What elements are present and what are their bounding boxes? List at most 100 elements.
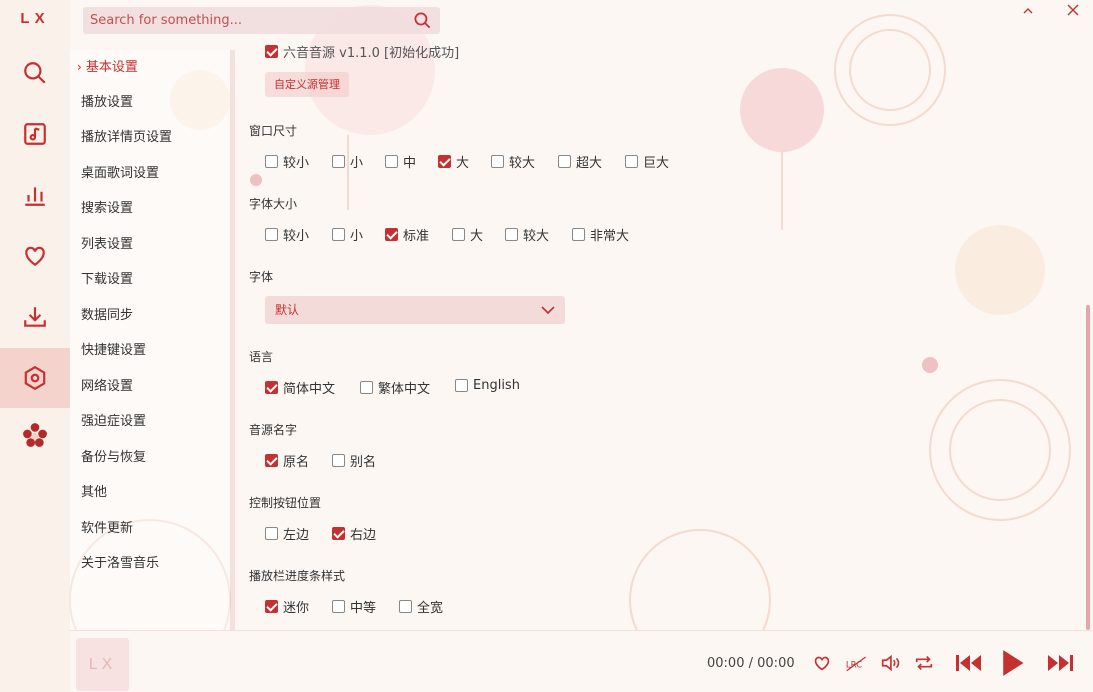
rail-favorites-button[interactable] [0,226,70,286]
checkbox[interactable] [265,381,278,394]
volume-icon [881,654,900,672]
rail-download-button[interactable] [0,287,70,347]
lyric-toggle-button[interactable]: LRC [845,651,869,675]
nav-item-hotkey[interactable]: 快捷键设置 [70,340,230,362]
checkbox[interactable] [452,228,465,241]
checkbox[interactable] [360,381,373,394]
control-position-option[interactable]: 右边 [332,524,376,543]
source-name-title: 音源名字 [249,423,298,437]
nav-item-play-detail[interactable]: 播放详情页设置 [70,127,230,149]
font-size-option[interactable]: 较大 [505,225,549,244]
checkbox[interactable] [332,600,345,613]
checkbox[interactable] [265,600,278,613]
checkbox[interactable] [625,155,638,168]
search-icon[interactable] [413,11,432,30]
checkbox[interactable] [265,155,278,168]
control-position-option[interactable]: 左边 [265,524,309,543]
checkbox[interactable] [455,379,468,392]
nav-item-search[interactable]: 搜索设置 [70,198,230,220]
content-scrollbar[interactable] [1086,305,1090,630]
download-icon [24,307,46,327]
source-option[interactable]: 六音音源 v1.1.0 [初始化成功] [265,42,459,61]
play-button[interactable] [999,648,1027,678]
music-list-icon [24,123,46,145]
loop-mode-button[interactable] [913,651,935,675]
font-size-option[interactable]: 标准 [385,225,429,244]
checkbox[interactable] [265,527,278,540]
font-size-option[interactable]: 非常大 [572,225,629,244]
album-cover[interactable]: LX [76,638,129,691]
nav-item-sync[interactable]: 数据同步 [70,305,230,327]
rail-settings-button[interactable] [0,348,70,408]
lrc-icon: LRC [846,656,866,672]
nav-item-other[interactable]: 其他 [70,482,230,504]
skip-previous-icon [956,655,981,671]
checkbox[interactable] [265,228,278,241]
heart-icon [25,246,45,266]
chevron-down-icon [541,306,555,315]
checkbox[interactable] [265,45,278,58]
window-size-option[interactable]: 大 [438,152,469,171]
progress-style-option[interactable]: 中等 [332,597,376,616]
checkbox[interactable] [491,155,504,168]
collapse-chevron-icon[interactable] [1018,2,1038,20]
window-size-option[interactable]: 巨大 [625,152,669,171]
search-input[interactable] [83,7,403,34]
skip-next-icon [1048,655,1073,671]
checkbox[interactable] [332,454,345,467]
rail-songlist-button[interactable] [0,104,70,164]
window-size-option[interactable]: 超大 [558,152,602,171]
comment-button[interactable] [811,651,833,675]
volume-button[interactable] [879,651,901,675]
close-icon[interactable] [1063,2,1083,20]
checkbox[interactable] [438,155,451,168]
search-bar [83,7,440,34]
nav-item-backup[interactable]: 备份与恢复 [70,447,230,469]
language-option[interactable]: 简体中文 [265,378,335,397]
next-button[interactable] [1045,651,1075,675]
checkbox[interactable] [385,228,398,241]
source-name-option[interactable]: 原名 [265,451,309,470]
source-name-option[interactable]: 别名 [332,451,376,470]
font-size-option[interactable]: 小 [332,225,363,244]
checkbox[interactable] [558,155,571,168]
previous-button[interactable] [954,651,984,675]
nav-item-update[interactable]: 软件更新 [70,518,230,540]
nav-item-list[interactable]: 列表设置 [70,234,230,256]
nav-item-playback[interactable]: 播放设置 [70,92,230,114]
checkbox[interactable] [332,228,345,241]
app-logo: LX [20,10,50,27]
player-bar: LX 00:00 / 00:00 LRC [70,630,1093,692]
nav-item-basic[interactable]: › 基本设置 [70,56,230,78]
progress-style-option[interactable]: 全宽 [399,597,443,616]
window-size-option[interactable]: 较小 [265,152,309,171]
window-size-title: 窗口尺寸 [249,124,298,138]
chevron-right-icon: › [77,60,82,74]
nav-item-download[interactable]: 下载设置 [70,269,230,291]
progress-style-option[interactable]: 迷你 [265,597,309,616]
font-select[interactable]: 默认 [265,296,565,324]
checkbox[interactable] [385,155,398,168]
checkbox[interactable] [399,600,412,613]
custom-source-manage-button[interactable]: 自定义源管理 [265,72,349,97]
checkbox[interactable] [572,228,585,241]
checkbox[interactable] [265,454,278,467]
progress-style-title: 播放栏进度条样式 [249,569,346,583]
font-size-option[interactable]: 较小 [265,225,309,244]
nav-item-about[interactable]: 关于洛雪音乐 [70,553,230,575]
window-size-option[interactable]: 中 [385,152,416,171]
language-option[interactable]: English [455,378,520,393]
comment-heart-icon [814,656,830,671]
rail-search-button[interactable] [0,43,70,103]
window-size-option[interactable]: 较大 [491,152,535,171]
checkbox[interactable] [332,527,345,540]
nav-item-desktop-lyric[interactable]: 桌面歌词设置 [70,163,230,185]
nav-item-ocd[interactable]: 强迫症设置 [70,411,230,433]
language-option[interactable]: 繁体中文 [360,378,430,397]
font-size-option[interactable]: 大 [452,225,483,244]
nav-item-network[interactable]: 网络设置 [70,376,230,398]
checkbox[interactable] [332,155,345,168]
checkbox[interactable] [505,228,518,241]
rail-leaderboard-button[interactable] [0,165,70,225]
window-size-option[interactable]: 小 [332,152,363,171]
